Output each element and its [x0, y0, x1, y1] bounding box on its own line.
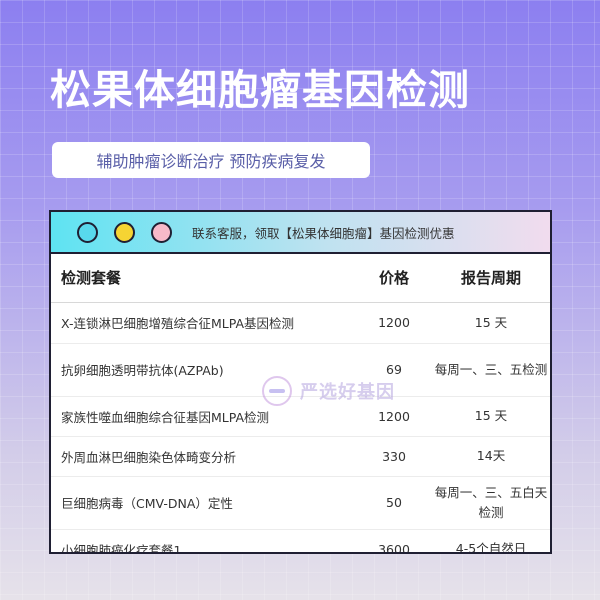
- package-name: X-连锁淋巴细胞增殖综合征MLPA基因检测: [51, 302, 356, 344]
- card-header: 联系客服，领取【松果体细胞瘤】基因检测优惠: [51, 212, 550, 254]
- pink-dot-icon: [151, 221, 172, 243]
- report-cycle: 15 天: [432, 396, 550, 437]
- page-title: 松果体细胞瘤基因检测: [50, 66, 470, 114]
- package-name: 家族性噬血细胞综合征基因MLPA检测: [51, 396, 356, 437]
- table-row[interactable]: 抗卵细胞透明带抗体(AZPAb) 69 每周一、三、五检测: [51, 343, 550, 397]
- package-price: 50: [356, 476, 432, 530]
- header-price: 价格: [356, 254, 432, 303]
- page-subtitle: 辅助肿瘤诊断治疗 预防疾病复发: [52, 142, 370, 178]
- report-cycle: 15 天: [432, 302, 550, 344]
- report-cycle: 每周一、三、五白天检测: [432, 476, 550, 530]
- table-row[interactable]: X-连锁淋巴细胞增殖综合征MLPA基因检测 1200 15 天: [51, 302, 550, 344]
- header-cycle: 报告周期: [432, 254, 550, 303]
- report-cycle: 每周一、三、五检测: [432, 343, 550, 397]
- report-cycle: 4-5个自然日: [432, 529, 550, 552]
- table-row[interactable]: 小细胞肺癌化疗套餐1 3600 4-5个自然日: [51, 529, 550, 552]
- table-row[interactable]: 外周血淋巴细胞染色体畸变分析 330 14天: [51, 436, 550, 477]
- package-card: 联系客服，领取【松果体细胞瘤】基因检测优惠 检测套餐 价格 报告周期 X-连锁淋…: [49, 210, 552, 554]
- package-name: 外周血淋巴细胞染色体畸变分析: [51, 436, 356, 477]
- table-header-row: 检测套餐 价格 报告周期: [51, 254, 550, 303]
- package-price: 3600: [356, 529, 432, 552]
- package-name: 抗卵细胞透明带抗体(AZPAb): [51, 343, 356, 397]
- package-name: 小细胞肺癌化疗套餐1: [51, 529, 356, 552]
- package-price: 1200: [356, 302, 432, 344]
- package-price: 1200: [356, 396, 432, 437]
- table-row[interactable]: 巨细胞病毒（CMV-DNA）定性 50 每周一、三、五白天检测: [51, 476, 550, 530]
- package-price: 330: [356, 436, 432, 477]
- package-name: 巨细胞病毒（CMV-DNA）定性: [51, 476, 356, 530]
- cyan-dot-icon: [77, 221, 98, 243]
- yellow-dot-icon: [114, 221, 135, 243]
- table-row[interactable]: 家族性噬血细胞综合征基因MLPA检测 1200 15 天: [51, 396, 550, 437]
- header-package: 检测套餐: [51, 254, 356, 303]
- package-table: 检测套餐 价格 报告周期 X-连锁淋巴细胞增殖综合征MLPA基因检测 1200 …: [51, 254, 550, 552]
- report-cycle: 14天: [432, 436, 550, 477]
- contact-service-text[interactable]: 联系客服，领取【松果体细胞瘤】基因检测优惠: [192, 223, 455, 242]
- package-price: 69: [356, 343, 432, 397]
